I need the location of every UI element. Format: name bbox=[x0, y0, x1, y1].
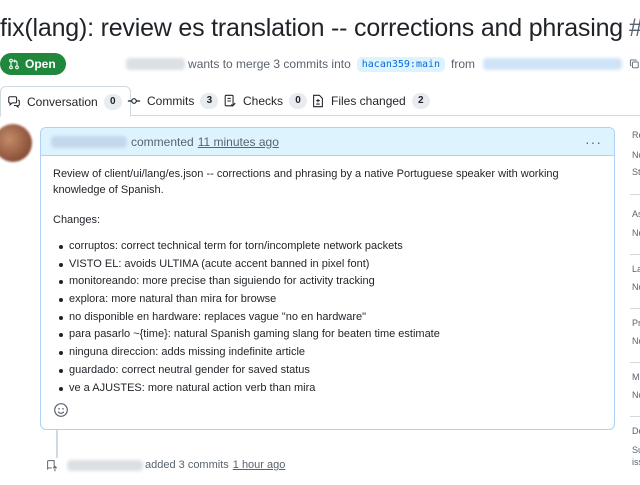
from-text: from bbox=[451, 57, 476, 71]
pr-state-badge: Open bbox=[0, 53, 66, 75]
timeline-line bbox=[56, 430, 58, 458]
sidebar-divider bbox=[630, 416, 640, 417]
pr-number: #6 bbox=[629, 14, 640, 42]
comment-box: commented 11 minutes ago ··· Review of c… bbox=[40, 127, 615, 430]
sidebar-development-label[interactable]: De bbox=[632, 426, 640, 436]
merge-text: wants to merge 3 commits into bbox=[188, 57, 351, 71]
event-text: added 3 commits bbox=[145, 459, 229, 471]
sidebar-assignees-label[interactable]: As bbox=[632, 209, 640, 219]
list-item: ninguna direccion: adds missing indefini… bbox=[56, 344, 602, 362]
changes-heading: Changes: bbox=[53, 214, 101, 226]
head-branch-redacted[interactable] bbox=[483, 58, 623, 70]
sidebar-text: No bbox=[632, 282, 640, 292]
comment-discussion-icon bbox=[8, 95, 20, 108]
commenter-name-redacted[interactable] bbox=[51, 135, 127, 148]
file-diff-icon bbox=[313, 94, 323, 108]
sidebar-milestone-label[interactable]: Mi bbox=[632, 372, 640, 382]
comment-timestamp-link[interactable]: 11 minutes ago bbox=[198, 135, 279, 149]
event-timestamp-link[interactable]: 1 hour ago bbox=[233, 459, 286, 471]
tab-conversation[interactable]: Conversation 0 bbox=[0, 86, 131, 117]
sidebar-text: St bbox=[632, 167, 640, 177]
tab-checks[interactable]: Checks 0 bbox=[223, 86, 308, 116]
comment-header: commented 11 minutes ago ··· bbox=[41, 128, 614, 156]
tab-counter: 0 bbox=[289, 93, 308, 109]
list-item: explora: more natural than mira for brow… bbox=[56, 291, 602, 309]
sidebar-divider bbox=[630, 254, 640, 255]
sidebar-text: No bbox=[632, 228, 640, 238]
comment-intro: Review of client/ui/lang/es.json -- corr… bbox=[53, 168, 559, 196]
tab-counter: 3 bbox=[200, 93, 219, 109]
sidebar-reviewers-label[interactable]: Re bbox=[632, 130, 640, 140]
list-item: para pasarlo ~{time}: natural Spanish ga… bbox=[56, 326, 602, 344]
pr-meta-row: Open wants to merge 3 commits into hacan… bbox=[0, 52, 640, 76]
sidebar-text: No bbox=[632, 150, 640, 160]
tab-label: Checks bbox=[243, 94, 284, 108]
repo-push-icon bbox=[47, 459, 58, 471]
pr-state-label: Open bbox=[25, 57, 56, 71]
git-pull-request-icon bbox=[9, 58, 19, 70]
sidebar-divider bbox=[630, 362, 640, 363]
list-item: VISTO EL: avoids ULTIMA (acute accent ba… bbox=[56, 256, 602, 274]
tab-label: Files changed bbox=[331, 94, 406, 108]
sidebar-text: No bbox=[632, 336, 640, 346]
pr-title: fix(lang): review es translation -- corr… bbox=[0, 14, 623, 42]
copy-icon[interactable] bbox=[629, 57, 640, 71]
sidebar-divider bbox=[630, 194, 640, 195]
tab-label: Commits bbox=[147, 94, 195, 108]
event-user-redacted[interactable] bbox=[67, 459, 143, 471]
pr-tabs: Conversation 0 Commits 3 Checks 0 Files … bbox=[0, 86, 640, 117]
tab-counter: 2 bbox=[411, 93, 430, 109]
tab-label: Conversation bbox=[27, 94, 98, 109]
tab-counter: 0 bbox=[103, 93, 122, 110]
comment-action: commented bbox=[131, 134, 194, 149]
sidebar-text: No bbox=[632, 390, 640, 400]
changes-list: corruptos: correct technical term for to… bbox=[53, 238, 602, 397]
timeline-event-commits: added 3 commits 1 hour ago bbox=[46, 458, 285, 472]
sidebar-text: iss bbox=[632, 457, 640, 467]
tab-commits[interactable]: Commits 3 bbox=[127, 86, 219, 116]
kebab-menu-icon[interactable]: ··· bbox=[585, 134, 602, 150]
list-item: ve a AJUSTES: more natural action verb t… bbox=[56, 380, 602, 398]
right-sidebar: Re No St As No La No Pr No Mi No De Su i… bbox=[630, 120, 640, 485]
list-item: no disponible en hardware: replaces vagu… bbox=[56, 309, 602, 327]
add-reaction-icon[interactable] bbox=[53, 402, 69, 418]
list-item: guardado: correct neutral gender for sav… bbox=[56, 362, 602, 380]
sidebar-divider bbox=[630, 308, 640, 309]
sidebar-labels-label[interactable]: La bbox=[632, 264, 640, 274]
list-item: monitoreando: more precise than siguiend… bbox=[56, 273, 602, 291]
sidebar-text: Su bbox=[632, 445, 640, 455]
sidebar-projects-label[interactable]: Pr bbox=[632, 318, 640, 328]
base-branch[interactable]: hacan359:main bbox=[356, 56, 446, 72]
checklist-icon bbox=[224, 94, 236, 107]
list-item: corruptos: correct technical term for to… bbox=[56, 238, 602, 256]
avatar[interactable] bbox=[0, 124, 32, 162]
git-commit-icon bbox=[127, 98, 141, 104]
tab-files-changed[interactable]: Files changed 2 bbox=[311, 86, 430, 116]
pr-title-row: fix(lang): review es translation -- corr… bbox=[0, 14, 640, 54]
author-name-redacted[interactable] bbox=[125, 58, 186, 70]
comment-body: Review of client/ui/lang/es.json -- corr… bbox=[41, 156, 614, 397]
